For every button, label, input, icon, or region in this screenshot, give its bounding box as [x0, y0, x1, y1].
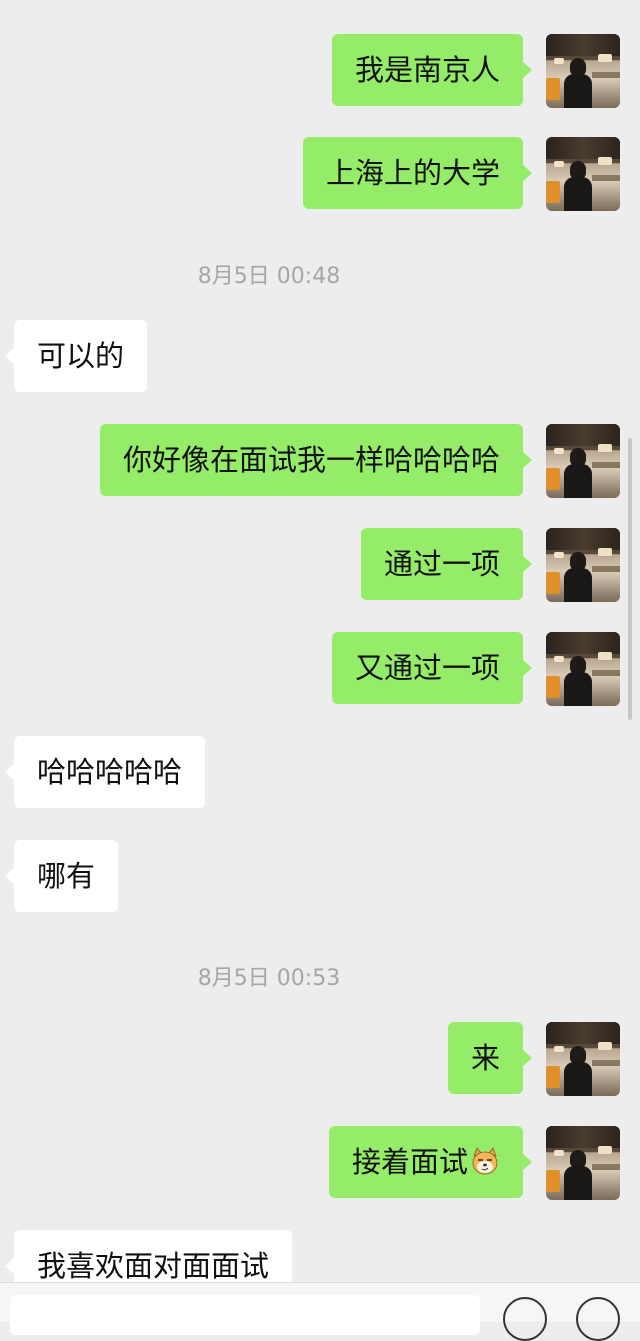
outgoing-message-bubble[interactable]: 通过一项: [360, 528, 533, 600]
user-avatar[interactable]: [546, 34, 620, 108]
message-text: 我是南京人: [354, 53, 500, 87]
timestamp: 8月5日 00:48: [197, 264, 341, 289]
message-text: 通过一项: [383, 547, 500, 581]
message-text: 我喜欢面对面面试: [37, 1249, 270, 1282]
outgoing-message-bubble[interactable]: 接着面试: [328, 1126, 533, 1198]
message-text: 可以的: [37, 339, 125, 373]
message-input[interactable]: [10, 1295, 480, 1335]
incoming-message-bubble[interactable]: 我喜欢面对面面试: [4, 1230, 293, 1282]
user-avatar[interactable]: [546, 1022, 620, 1096]
user-avatar[interactable]: [546, 632, 620, 706]
incoming-message-bubble[interactable]: 可以的: [4, 320, 148, 392]
message-text: 又通过一项: [354, 651, 500, 685]
outgoing-message-bubble[interactable]: 我是南京人: [331, 34, 533, 106]
outgoing-message-bubble[interactable]: 来: [447, 1022, 533, 1094]
user-avatar[interactable]: [546, 424, 620, 498]
plus-more-icon[interactable]: [576, 1297, 620, 1341]
chat-input-bar: [0, 1282, 640, 1341]
message-text: 上海上的大学: [325, 156, 500, 190]
smirking-dog-emoji-icon: [472, 1147, 498, 1175]
scrollbar[interactable]: [628, 438, 632, 720]
message-text: 哈哈哈哈哈: [37, 755, 183, 789]
incoming-message-bubble[interactable]: 哈哈哈哈哈: [4, 736, 206, 808]
timestamp: 8月5日 00:53: [197, 966, 341, 991]
user-avatar[interactable]: [546, 1126, 620, 1200]
voice-input-icon[interactable]: [503, 1297, 547, 1341]
outgoing-message-bubble[interactable]: 又通过一项: [331, 632, 533, 704]
user-avatar[interactable]: [546, 137, 620, 211]
outgoing-message-bubble[interactable]: 你好像在面试我一样哈哈哈哈: [99, 424, 533, 496]
user-avatar[interactable]: [546, 528, 620, 602]
message-text: 哪有: [37, 859, 96, 893]
chat-message-list[interactable]: 我是南京人 上海上的大学 8月5日 00:48 可以的 你好像在面试我一样哈哈哈…: [0, 0, 640, 1282]
outgoing-message-bubble[interactable]: 上海上的大学: [302, 137, 533, 209]
incoming-message-bubble[interactable]: 哪有: [4, 840, 119, 912]
message-text: 来: [470, 1041, 500, 1075]
message-text: 你好像在面试我一样哈哈哈哈: [122, 443, 500, 477]
message-text: 接着面试: [351, 1145, 468, 1179]
